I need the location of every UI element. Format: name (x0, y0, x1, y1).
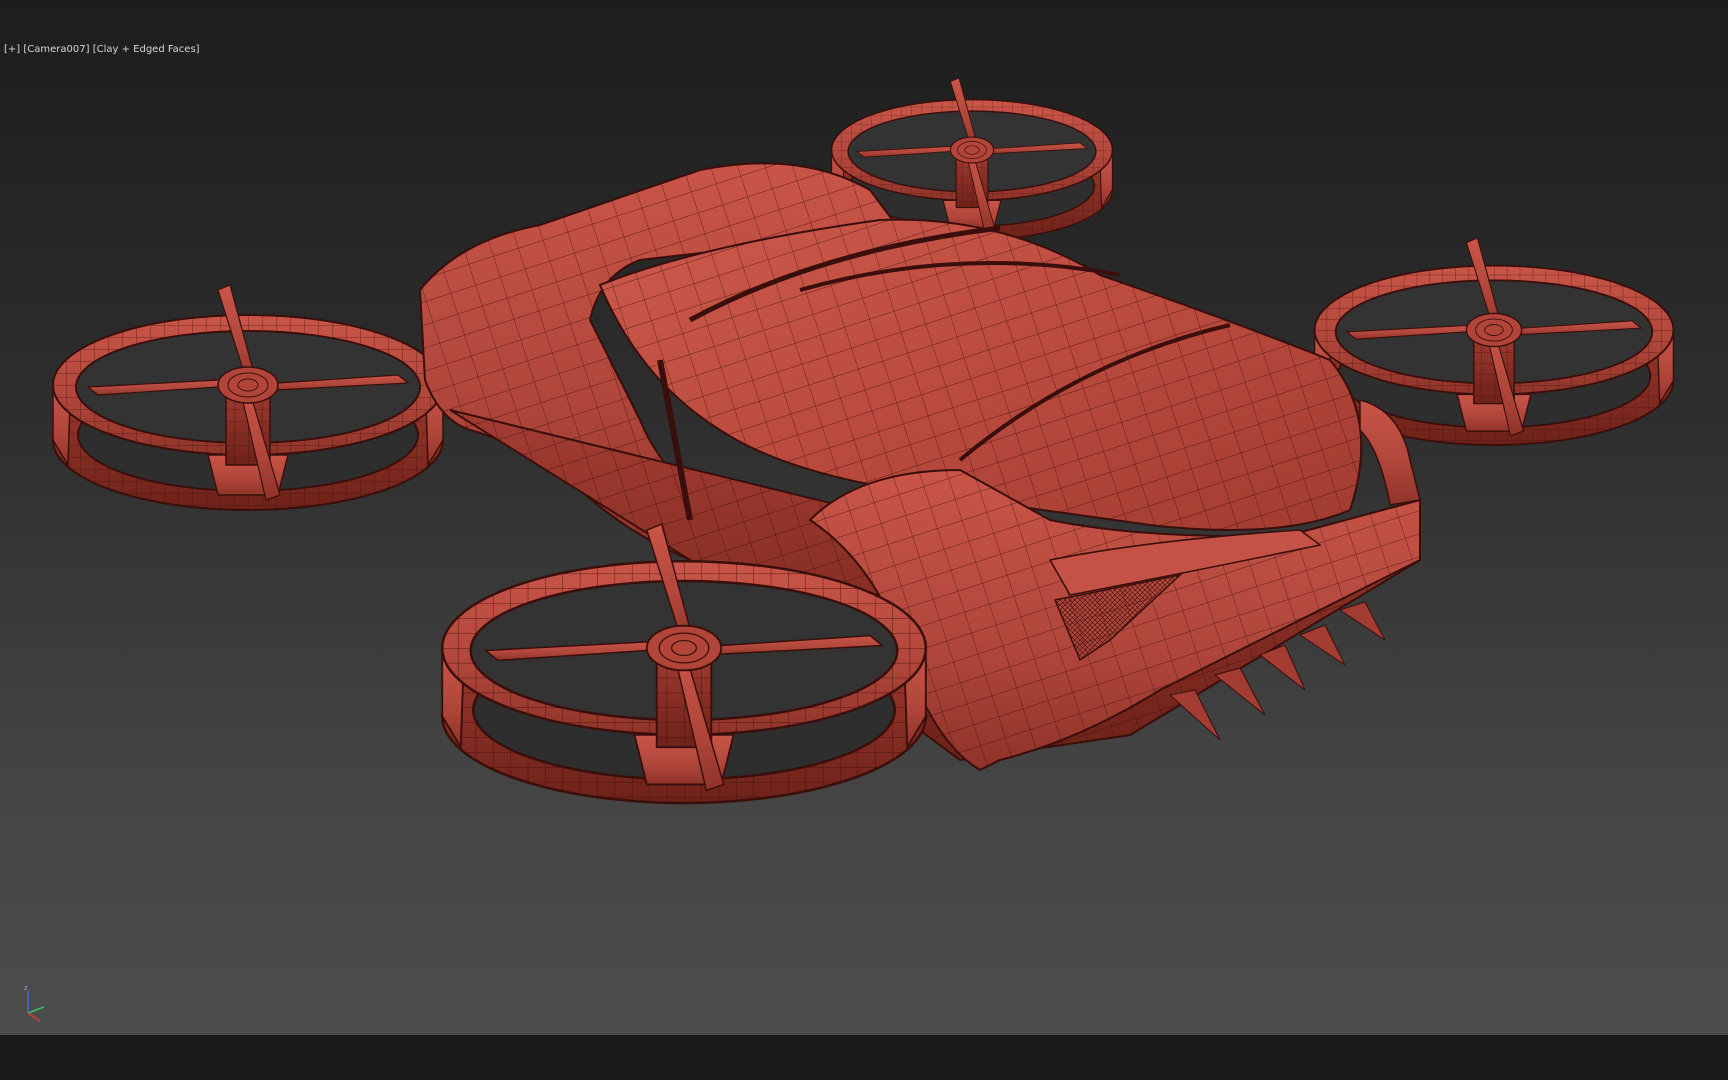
axis-z-label: z (24, 984, 28, 992)
rotor-left (52, 284, 444, 511)
axis-gizmo-icon: z (24, 984, 45, 1022)
3d-model-render (52, 77, 1675, 805)
app-window: [+] [Camera007] [Clay + Edged Faces] z (0, 0, 1728, 1080)
camera-viewport[interactable]: [+] [Camera007] [Clay + Edged Faces] z (0, 0, 1728, 1035)
viewport-bottom-bar (0, 1035, 1728, 1080)
